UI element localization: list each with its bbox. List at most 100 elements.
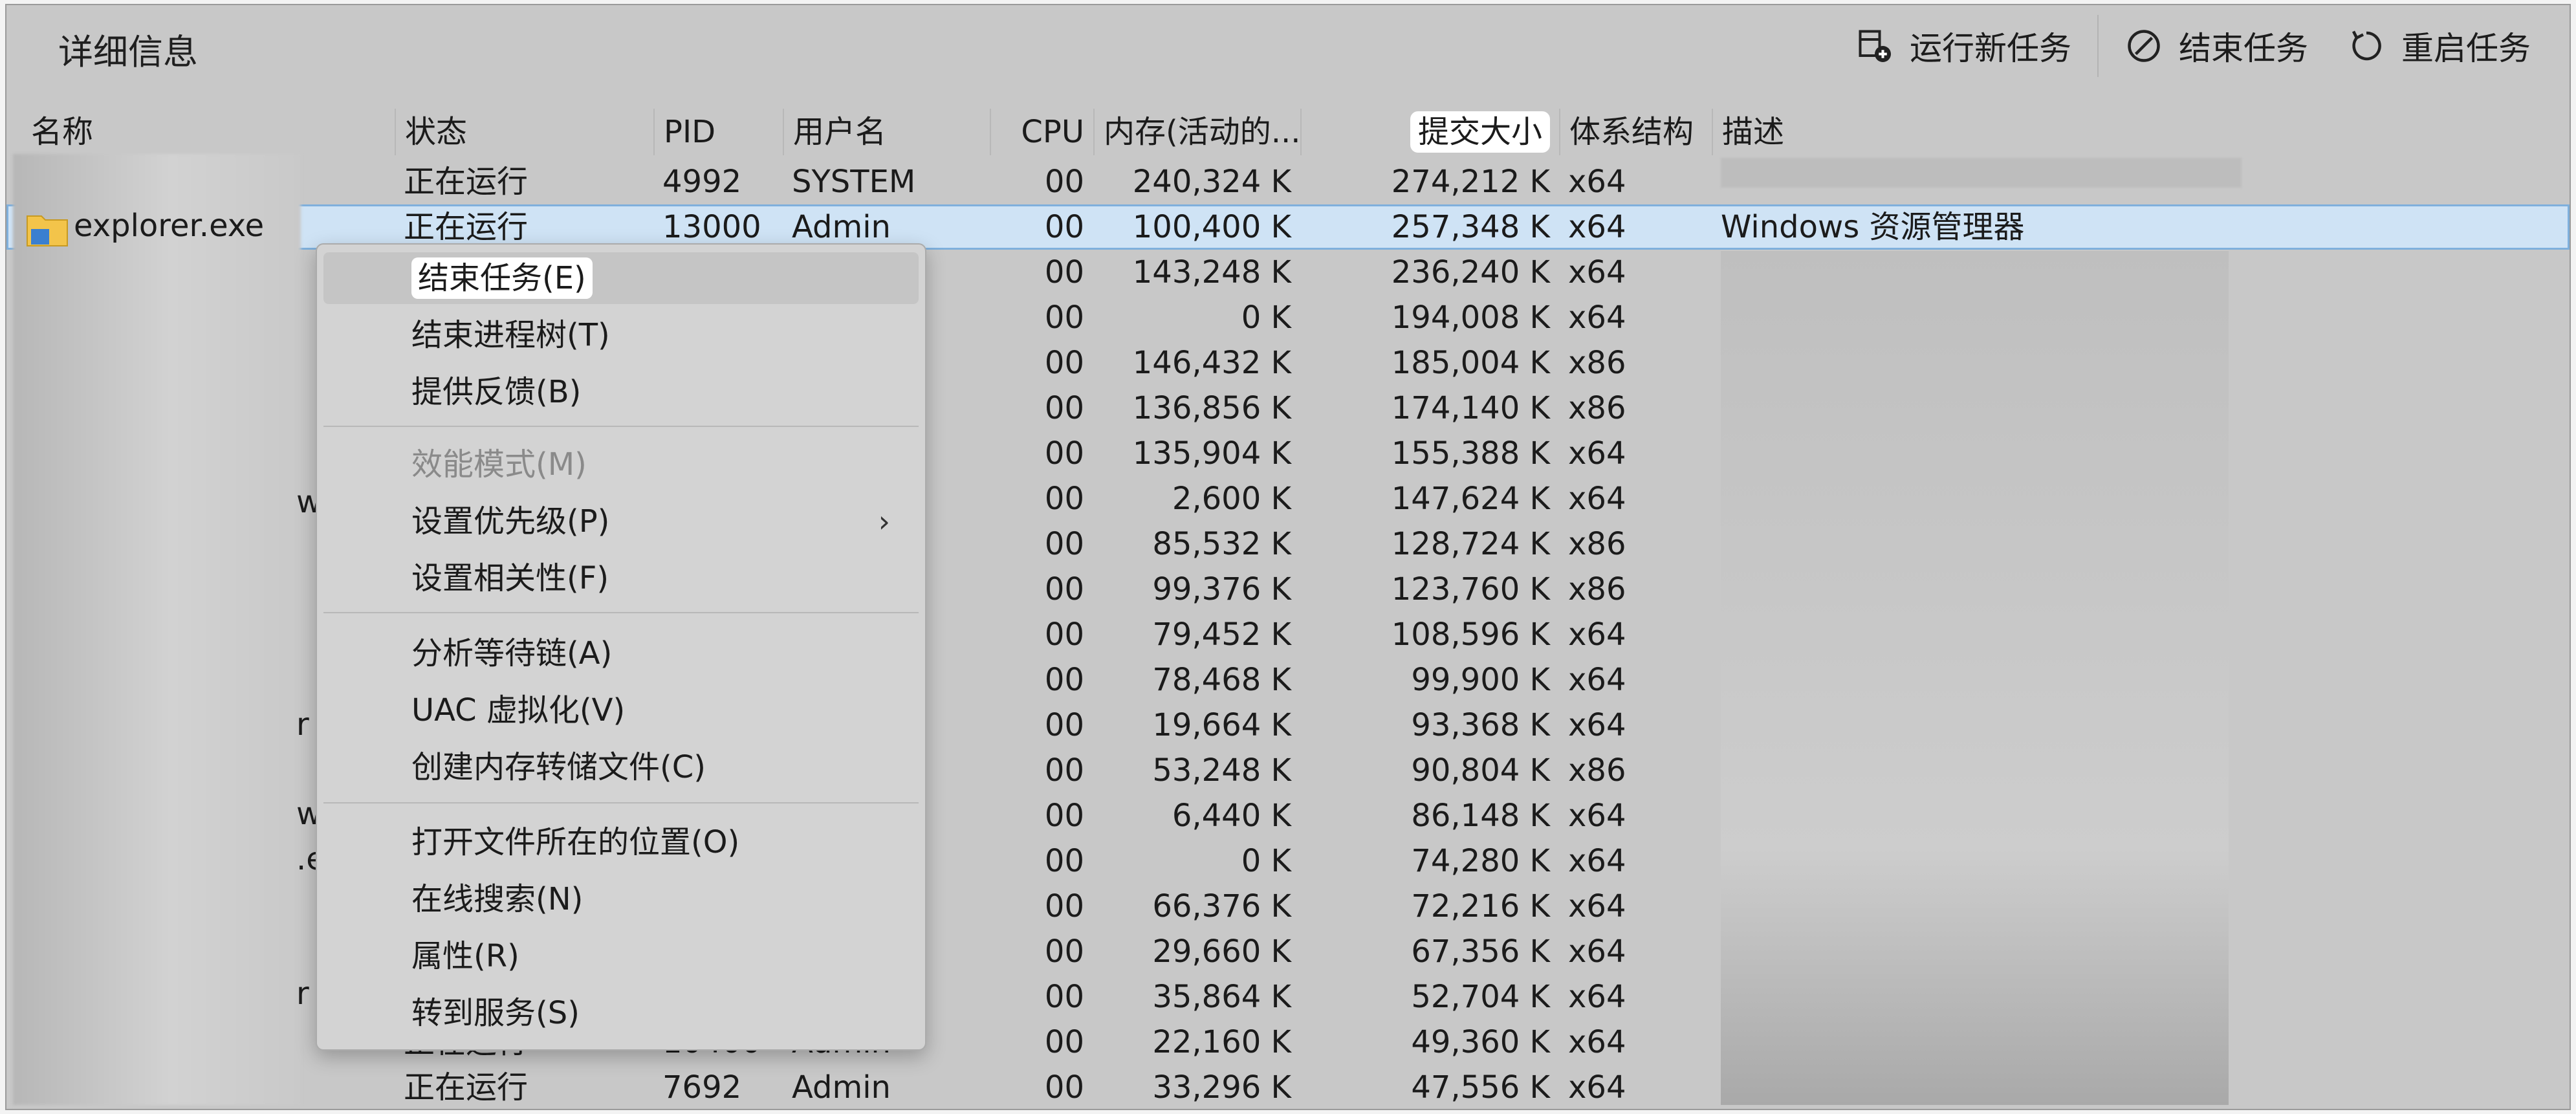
menu-item-end-task[interactable]: 结束任务(E) [323, 252, 919, 304]
column-header-commit[interactable]: 提交大小 [1300, 109, 1559, 155]
cell-cpu: 00 [1044, 617, 1084, 653]
column-header-name[interactable]: 名称 [6, 109, 395, 155]
menu-item-end-process-tree[interactable]: 结束进程树(T) [323, 309, 919, 361]
cell-arch: x64 [1568, 1069, 1626, 1106]
cell-cpu: 00 [1044, 209, 1084, 245]
cell-arch: x86 [1568, 390, 1626, 426]
menu-item-label: 结束任务(E) [411, 257, 593, 299]
cell-commit: 155,388 K [1391, 435, 1550, 472]
run-new-task-label: 运行新任务 [1910, 30, 2071, 67]
menu-item-wait-chain[interactable]: 分析等待链(A) [323, 628, 919, 679]
menu-item-uac-virtualization[interactable]: UAC 虚拟化(V) [323, 684, 919, 736]
cell-memory: 99,376 K [1152, 571, 1291, 607]
cell-arch: x86 [1568, 526, 1626, 562]
cell-memory: 2,600 K [1172, 481, 1291, 517]
menu-item-properties[interactable]: 属性(R) [323, 930, 919, 982]
column-header-status[interactable]: 状态 [395, 109, 653, 155]
cell-memory: 33,296 K [1152, 1069, 1291, 1106]
prohibit-icon [2128, 30, 2160, 62]
table-header: 名称 状态 PID 用户名 CPU 内存(活动的... 提交大小 体系结构 描述 [6, 109, 2570, 155]
menu-item-efficiency-mode: 效能模式(M) [411, 446, 587, 483]
context-menu: 结束任务(E) 结束进程树(T) 提供反馈(B) 效能模式(M) 设置优先级(P… [316, 243, 926, 1051]
menu-divider [323, 612, 919, 613]
cell-arch: x64 [1568, 254, 1626, 290]
cell-arch: x64 [1568, 300, 1626, 336]
menu-item-set-priority[interactable]: 设置优先级(P) › [323, 496, 919, 547]
cell-commit: 49,360 K [1411, 1024, 1550, 1060]
cell-arch: x86 [1568, 345, 1626, 381]
cell-memory: 0 K [1241, 843, 1291, 879]
menu-item-create-dump[interactable]: 创建内存转储文件(C) [323, 741, 919, 793]
cell-commit: 236,240 K [1391, 254, 1550, 290]
restart-task-button[interactable]: 重启任务 [2328, 23, 2550, 69]
cell-memory: 79,452 K [1152, 617, 1291, 653]
cell-pid: 7692 [662, 1069, 742, 1106]
cell-memory: 146,432 K [1132, 345, 1291, 381]
cell-cpu: 00 [1044, 1024, 1084, 1060]
cell-arch: x64 [1568, 209, 1626, 245]
menu-item-set-affinity[interactable]: 设置相关性(F) [323, 552, 919, 604]
column-header-memory[interactable]: 内存(活动的... [1093, 109, 1300, 155]
partial-name-text: r [296, 706, 309, 743]
menu-item-search-online[interactable]: 在线搜索(N) [323, 873, 919, 925]
restart-icon [2352, 30, 2381, 61]
cell-memory: 78,468 K [1152, 662, 1291, 698]
cell-memory: 0 K [1241, 300, 1291, 336]
run-new-task-button[interactable]: 运行新任务 [1836, 23, 2091, 69]
cell-arch: x64 [1568, 617, 1626, 653]
cell-commit: 74,280 K [1411, 843, 1550, 879]
cell-memory: 240,324 K [1132, 164, 1291, 200]
menu-divider [323, 802, 919, 803]
menu-item-feedback[interactable]: 提供反馈(B) [323, 366, 919, 418]
column-header-arch[interactable]: 体系结构 [1559, 109, 1712, 155]
cell-cpu: 00 [1044, 164, 1084, 200]
cell-memory: 85,532 K [1152, 526, 1291, 562]
cell-commit: 99,900 K [1411, 662, 1550, 698]
cell-cpu: 00 [1044, 752, 1084, 789]
cell-cpu: 00 [1044, 481, 1084, 517]
cell-arch: x64 [1568, 1024, 1626, 1060]
cell-commit: 257,348 K [1391, 209, 1550, 245]
task-manager-window: 详细信息 运行新任务 结束任务 重启任务 名称 状态 PID 用户名 CPU 内… [5, 4, 2571, 1110]
cell-commit: 174,140 K [1391, 390, 1550, 426]
cell-user: Admin [792, 1069, 891, 1106]
cell-memory: 66,376 K [1152, 888, 1291, 924]
column-header-cpu[interactable]: CPU [990, 109, 1093, 155]
toolbar: 运行新任务 结束任务 重启任务 [1836, 15, 2550, 77]
cell-memory: 100,400 K [1132, 209, 1291, 245]
cell-memory: 35,864 K [1152, 979, 1291, 1015]
cell-arch: x64 [1568, 934, 1626, 970]
menu-item-open-file-location[interactable]: 打开文件所在的位置(O) [323, 816, 919, 868]
cell-commit: 93,368 K [1411, 707, 1550, 743]
folder-icon [27, 215, 68, 246]
cell-cpu: 00 [1044, 798, 1084, 834]
cell-memory: 53,248 K [1152, 752, 1291, 789]
cell-commit: 72,216 K [1411, 888, 1550, 924]
cell-commit: 47,556 K [1411, 1069, 1550, 1106]
cell-user: SYSTEM [792, 164, 916, 200]
cell-arch: x64 [1568, 707, 1626, 743]
cell-cpu: 00 [1044, 526, 1084, 562]
cell-status: 正在运行 [404, 1069, 529, 1106]
cell-cpu: 00 [1044, 707, 1084, 743]
run-new-task-icon [1859, 30, 1891, 62]
redacted-description [1721, 158, 2242, 188]
cell-arch: x64 [1568, 481, 1626, 517]
cell-memory: 143,248 K [1132, 254, 1291, 290]
cell-commit: 274,212 K [1391, 164, 1550, 200]
column-header-desc[interactable]: 描述 [1712, 109, 2570, 155]
cell-cpu: 00 [1044, 888, 1084, 924]
cell-commit: 194,008 K [1391, 300, 1550, 336]
menu-item-go-to-services[interactable]: 转到服务(S) [323, 987, 919, 1039]
column-header-commit-label: 提交大小 [1410, 111, 1550, 153]
end-task-button[interactable]: 结束任务 [2105, 23, 2328, 69]
menu-divider [323, 426, 919, 427]
cell-memory: 19,664 K [1152, 707, 1291, 743]
column-header-pid[interactable]: PID [653, 109, 783, 155]
cell-memory: 22,160 K [1152, 1024, 1291, 1060]
cell-commit: 52,704 K [1411, 979, 1550, 1015]
cell-commit: 108,596 K [1391, 617, 1550, 653]
cell-commit: 67,356 K [1411, 934, 1550, 970]
redacted-names [13, 154, 301, 1105]
column-header-user[interactable]: 用户名 [783, 109, 990, 155]
